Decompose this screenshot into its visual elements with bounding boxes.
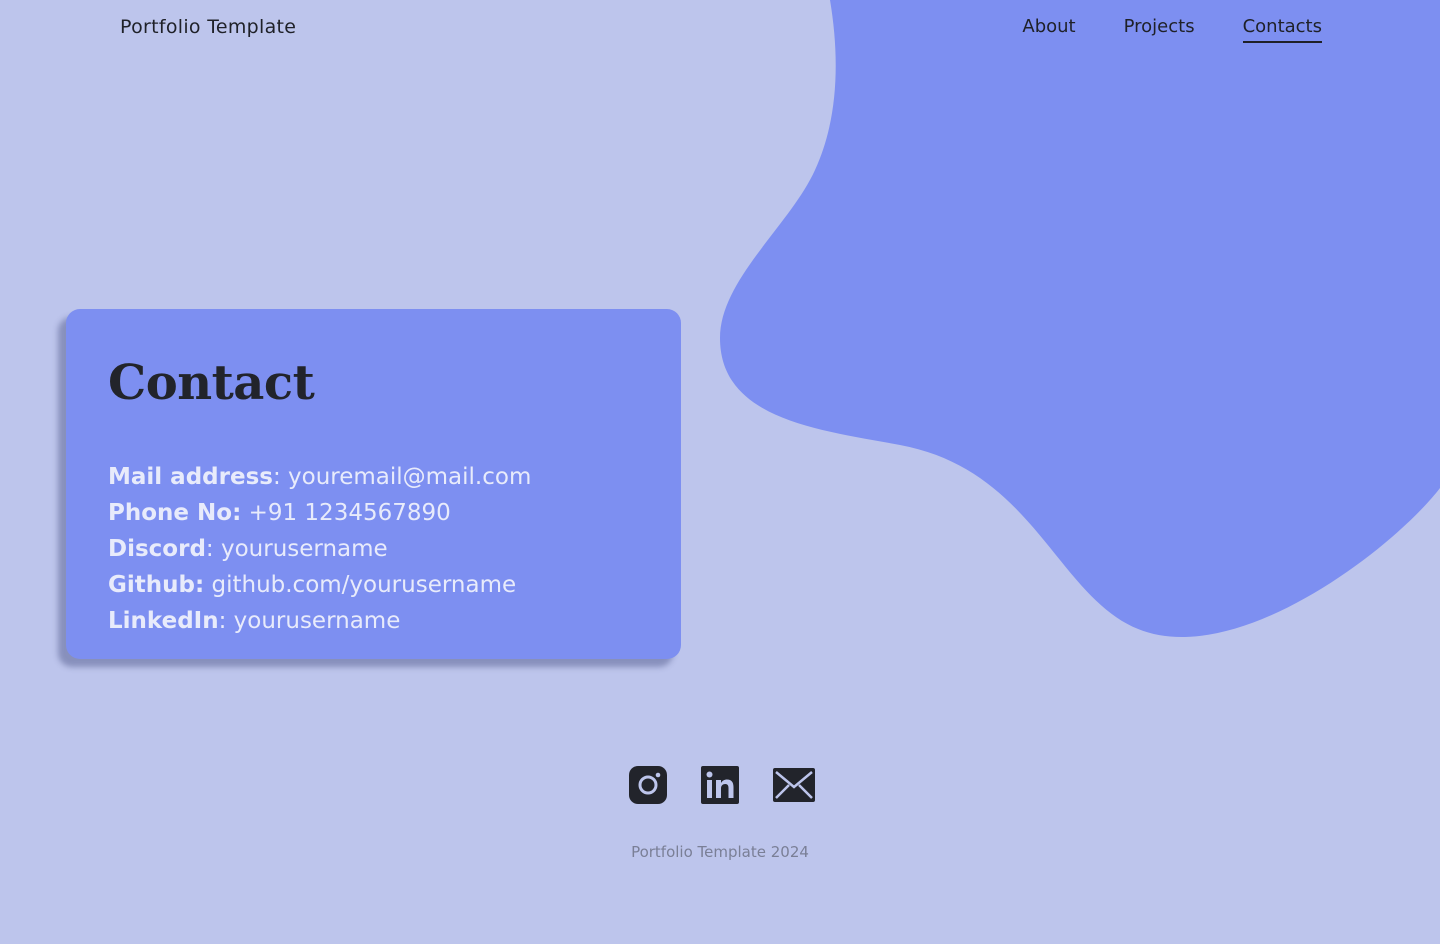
contact-row-phone: Phone No: +91 1234567890 xyxy=(108,495,639,531)
contact-value: github.com/yourusername xyxy=(204,572,517,598)
nav-projects[interactable]: Projects xyxy=(1124,16,1195,43)
mail-icon[interactable] xyxy=(773,768,815,802)
contact-value: : youremail@mail.com xyxy=(272,464,532,490)
contact-value: : yourusername xyxy=(218,608,401,634)
brand-logo[interactable]: Portfolio Template xyxy=(120,16,296,38)
contact-title: Contact xyxy=(108,355,315,411)
linkedin-icon[interactable] xyxy=(701,766,739,804)
main-nav: About Projects Contacts xyxy=(1022,16,1322,43)
instagram-icon[interactable] xyxy=(629,766,667,804)
contact-label: Github: xyxy=(108,572,205,598)
contact-value: : yourusername xyxy=(205,536,388,562)
nav-about[interactable]: About xyxy=(1022,16,1075,43)
contact-label: Mail address xyxy=(108,464,273,490)
contact-row-github: Github: github.com/yourusername xyxy=(108,567,639,603)
contact-row-discord: Discord: yourusername xyxy=(108,531,639,567)
nav-contacts[interactable]: Contacts xyxy=(1242,16,1322,43)
contact-row-linkedin: LinkedIn: yourusername xyxy=(108,603,639,639)
contact-value: +91 1234567890 xyxy=(241,500,451,526)
contact-row-mail: Mail address: youremail@mail.com xyxy=(108,459,639,495)
contact-label: LinkedIn xyxy=(108,608,219,634)
contact-card: Contact Mail address: youremail@mail.com… xyxy=(66,309,681,659)
footer-text: Portfolio Template 2024 xyxy=(631,843,809,861)
site-header: Portfolio Template About Projects Contac… xyxy=(0,0,1440,56)
contact-label: Discord xyxy=(108,536,206,562)
contact-label: Phone No: xyxy=(108,500,242,526)
social-links xyxy=(629,766,815,804)
